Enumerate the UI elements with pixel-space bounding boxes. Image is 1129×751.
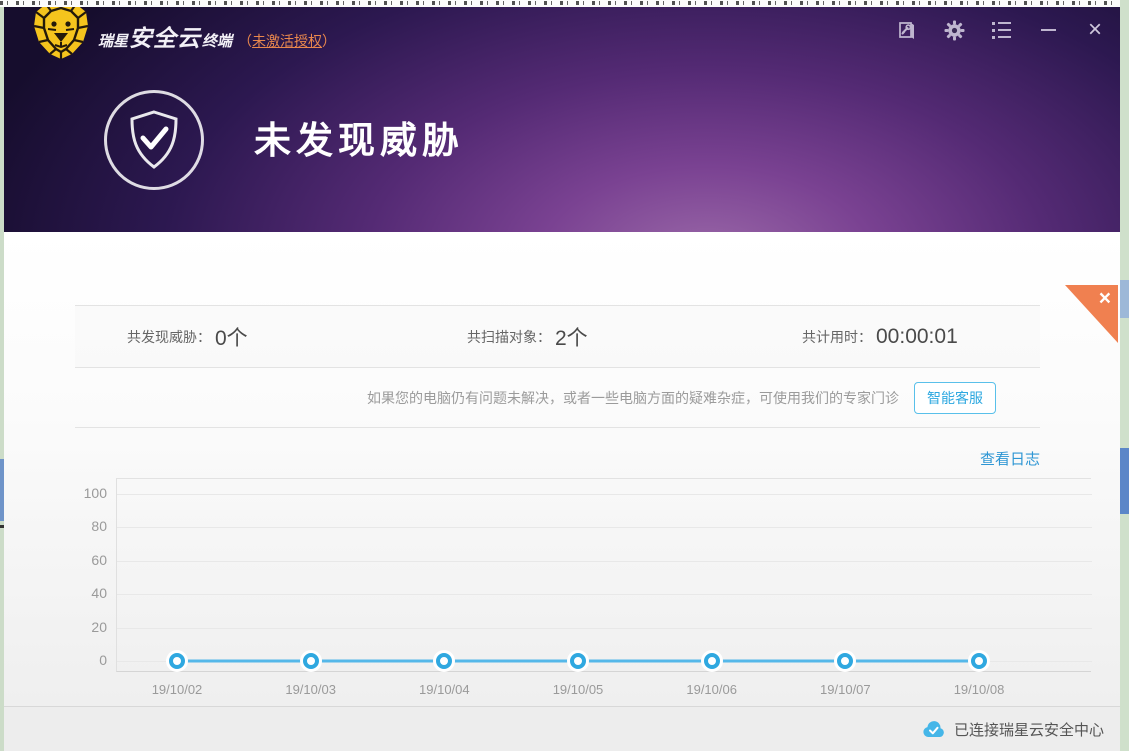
rising-lion-logo — [28, 7, 94, 60]
license-status-link[interactable]: （未激活授权） — [238, 31, 336, 51]
chart-data-point[interactable] — [303, 653, 319, 669]
y-axis-tick-label: 0 — [61, 652, 107, 668]
desktop-background-right-strip — [1120, 0, 1129, 751]
shield-check-icon — [104, 90, 204, 190]
y-axis-tick-label: 80 — [61, 518, 107, 534]
chart-line-svg — [117, 479, 1092, 675]
x-axis-tick-label: 19/10/02 — [127, 682, 227, 697]
status-bar: 已连接瑞星云安全中心 — [4, 706, 1120, 751]
brand-prefix: 瑞星 — [98, 30, 128, 51]
stat-value: 00:00:01 — [876, 325, 958, 349]
x-axis-tick-label: 19/10/04 — [394, 682, 494, 697]
y-axis-tick-label: 20 — [61, 619, 107, 635]
stat-total-time: 共计用时： 00:00:01 — [802, 306, 958, 367]
cloud-connection-status: 已连接瑞星云安全中心 — [954, 719, 1104, 740]
license-paren: （ — [238, 33, 252, 49]
ribbon-close-icon[interactable]: × — [1099, 287, 1111, 311]
chart-data-point[interactable] — [570, 653, 586, 669]
license-text[interactable]: 未激活授权 — [252, 33, 322, 49]
chart-data-point[interactable] — [169, 653, 185, 669]
desktop-background-top-strip — [0, 0, 1129, 7]
y-axis-tick-label: 60 — [61, 552, 107, 568]
expert-service-row: 如果您的电脑仍有问题未解决，或者一些电脑方面的疑难杂症，可使用我们的专家门诊 智… — [75, 368, 1040, 427]
app-title: 瑞星 安全云 终端 （未激活授权） — [98, 19, 336, 53]
brand-suffix: 终端 — [202, 30, 232, 51]
desktop-text-artifact — [0, 1, 1129, 5]
scan-stats-row: 共发现威胁： 0个 共扫描对象： 2个 共计用时： 00:00:01 — [75, 306, 1040, 367]
x-axis-tick-label: 19/10/06 — [662, 682, 762, 697]
desktop-artifact — [1120, 448, 1129, 514]
x-axis-tick-label: 19/10/03 — [261, 682, 361, 697]
y-axis-tick-label: 100 — [61, 485, 107, 501]
x-axis-tick-label: 19/10/08 — [929, 682, 1029, 697]
brand-main: 安全云 — [129, 19, 201, 53]
divider — [75, 427, 1040, 428]
minimize-icon[interactable] — [1037, 19, 1059, 41]
titlebar-controls: × — [896, 19, 1106, 41]
stat-label: 共扫描对象： — [467, 327, 551, 347]
app-window: 瑞星 安全云 终端 （未激活授权） — [4, 7, 1120, 751]
y-axis-tick-label: 40 — [61, 585, 107, 601]
chart-data-point[interactable] — [704, 653, 720, 669]
stat-threats-found: 共发现威胁： 0个 — [127, 306, 248, 367]
cloud-check-icon — [922, 721, 945, 738]
close-icon[interactable]: × — [1084, 19, 1106, 41]
scan-summary-content: 共发现威胁： 0个 共扫描对象： 2个 共计用时： 00:00:01 如果您的电… — [4, 232, 1120, 751]
x-axis-tick-label: 19/10/05 — [528, 682, 628, 697]
license-paren: ） — [322, 33, 336, 49]
stat-label: 共计用时： — [802, 327, 872, 347]
stat-value: 0个 — [215, 322, 248, 352]
stat-value: 2个 — [555, 322, 588, 352]
settings-gear-icon[interactable] — [943, 19, 965, 41]
stat-label: 共发现威胁： — [127, 327, 211, 347]
header-banner: 瑞星 安全云 终端 （未激活授权） — [4, 7, 1120, 232]
toolbox-icon[interactable] — [896, 19, 918, 41]
smart-service-button[interactable]: 智能客服 — [914, 382, 996, 414]
chart-data-point[interactable] — [971, 653, 987, 669]
desktop-artifact — [1120, 280, 1129, 318]
chart-plot: 02040608010019/10/0219/10/0319/10/0419/1… — [116, 478, 1091, 672]
scan-result-title: 未发现威胁 — [254, 110, 464, 164]
x-axis-tick-label: 19/10/07 — [795, 682, 895, 697]
expert-service-text: 如果您的电脑仍有问题未解决，或者一些电脑方面的疑难杂症，可使用我们的专家门诊 — [367, 388, 899, 408]
menu-list-icon[interactable] — [990, 19, 1012, 41]
view-log-link[interactable]: 查看日志 — [975, 448, 1040, 469]
stat-objects-scanned: 共扫描对象： 2个 — [467, 306, 588, 367]
